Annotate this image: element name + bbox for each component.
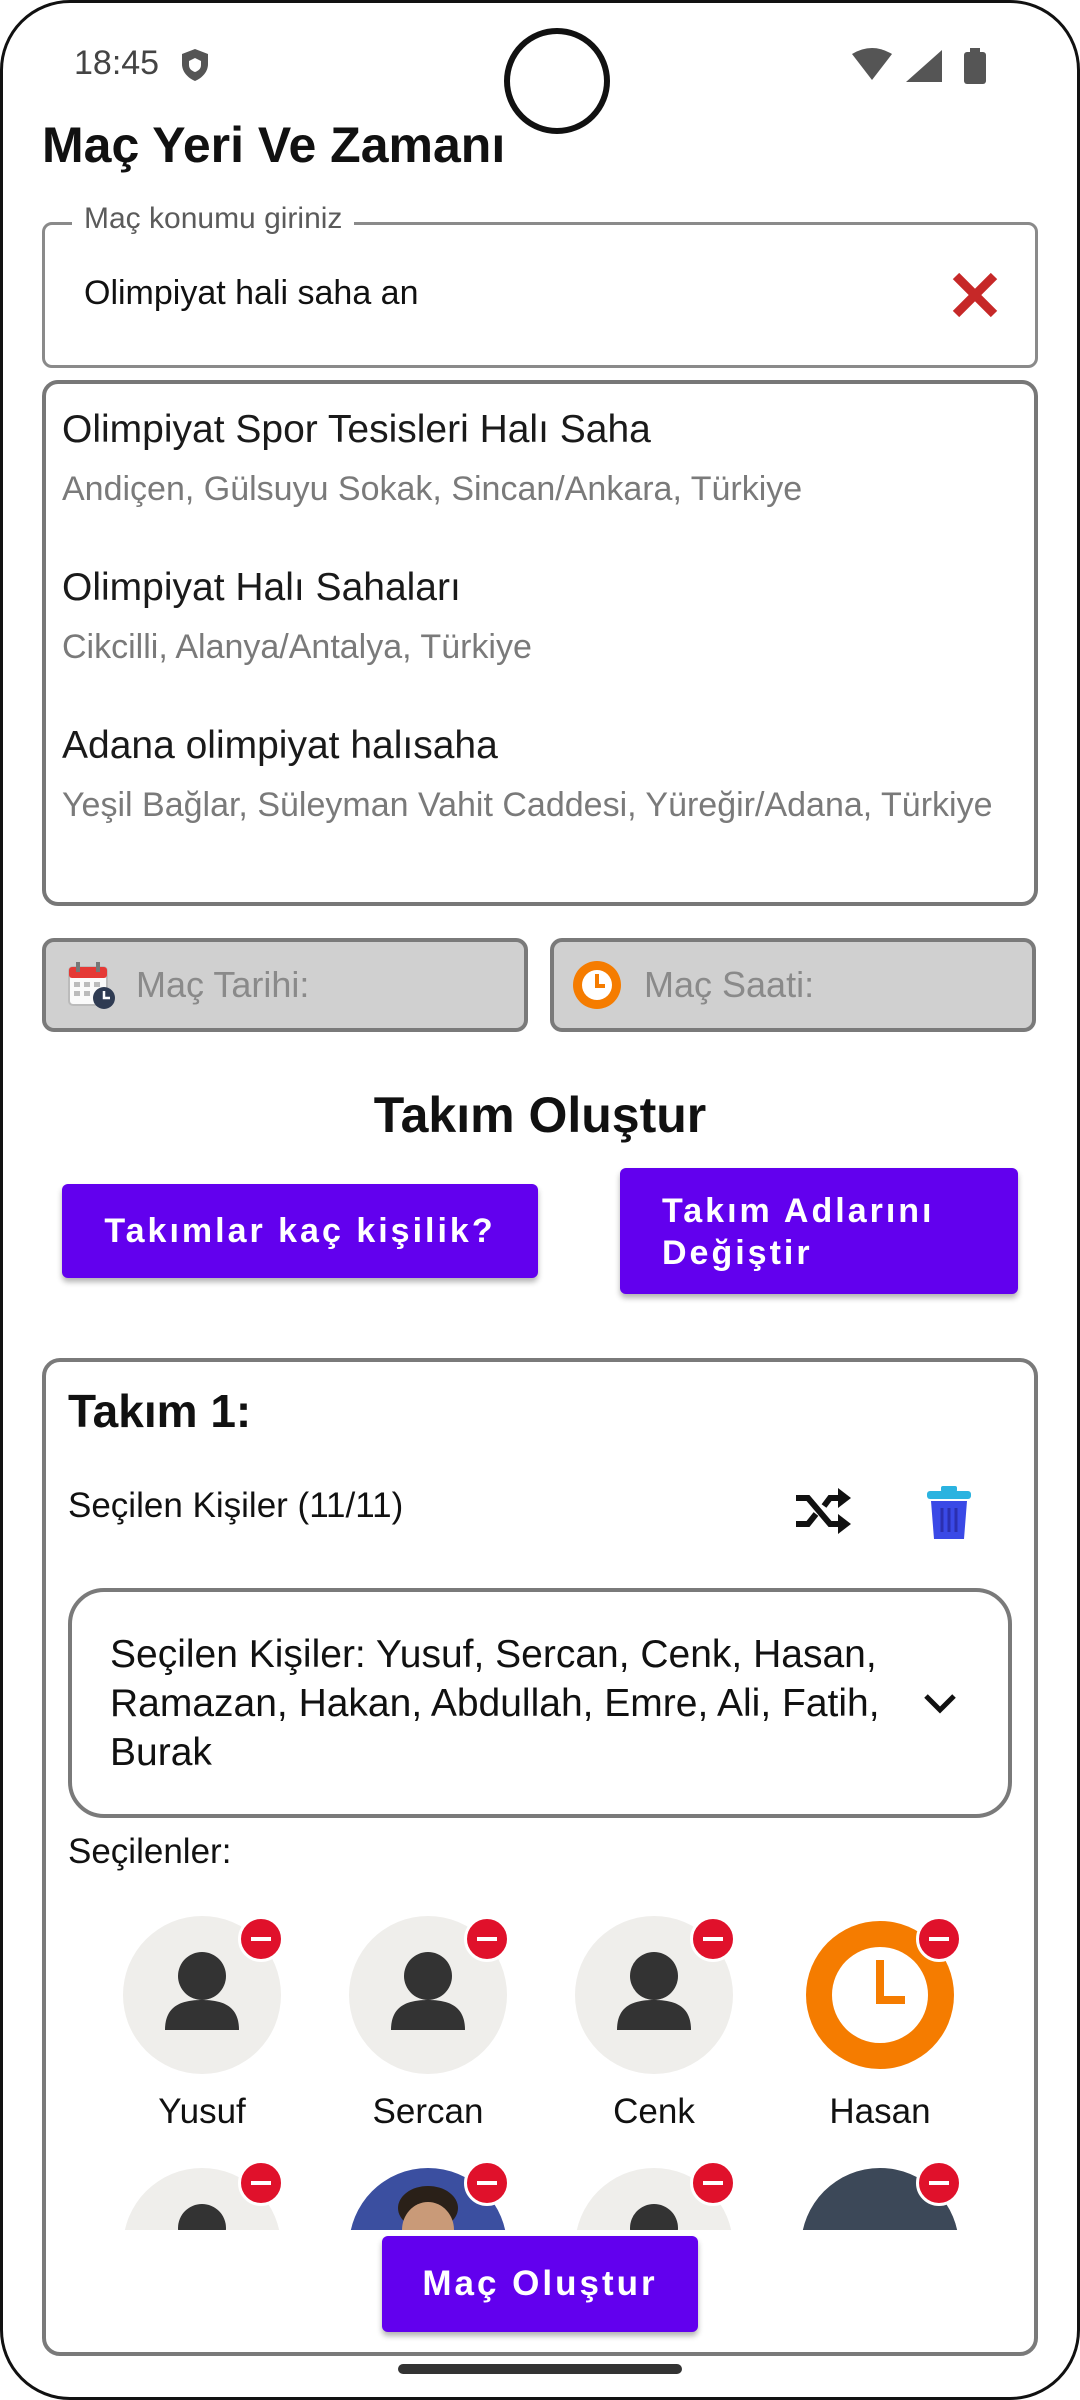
home-indicator[interactable] xyxy=(398,2364,682,2374)
camera-cutout xyxy=(504,28,610,134)
signal-icon xyxy=(906,50,942,82)
member-name: Yusuf xyxy=(158,2092,246,2131)
date-field-placeholder: Maç Tarihi: xyxy=(136,964,310,1005)
suggestion-subtitle[interactable]: Cikcilli, Alanya/Antalya, Türkiye xyxy=(62,620,1012,674)
remove-member-icon[interactable] xyxy=(916,1916,962,1962)
suggestion-title[interactable]: Olimpiyat Halı Sahaları xyxy=(62,566,461,610)
time-field-placeholder: Maç Saati: xyxy=(644,964,815,1005)
remove-member-icon[interactable] xyxy=(916,2160,962,2206)
remove-member-icon[interactable] xyxy=(238,2160,284,2206)
chevron-down-icon[interactable] xyxy=(920,1690,960,1718)
member-name: Hasan xyxy=(829,2092,931,2131)
page-title: Maç Yeri Ve Zamanı xyxy=(42,117,506,173)
clock-icon xyxy=(573,961,621,1009)
trash-icon[interactable] xyxy=(924,1484,974,1542)
battery-icon xyxy=(964,52,986,84)
suggestion-title[interactable]: Olimpiyat Spor Tesisleri Halı Saha xyxy=(62,408,651,452)
remove-member-icon[interactable] xyxy=(464,1916,510,1962)
suggestion-title[interactable]: Adana olimpiyat halısaha xyxy=(62,724,498,768)
location-field-label: Maç konumu giriniz xyxy=(72,202,355,236)
create-match-button[interactable]: Maç Oluştur xyxy=(382,2236,698,2332)
remove-member-icon[interactable] xyxy=(690,1916,736,1962)
remove-member-icon[interactable] xyxy=(464,2160,510,2206)
calendar-icon xyxy=(68,962,115,1009)
section-title: Takım Oluştur xyxy=(373,1087,707,1143)
status-icons xyxy=(852,48,986,84)
remove-member-icon[interactable] xyxy=(238,1916,284,1962)
status-time: 18:45 xyxy=(74,44,160,82)
suggestion-subtitle[interactable]: Yeşil Bağlar, Süleyman Vahit Caddesi, Yü… xyxy=(62,778,1012,832)
members-row-2 xyxy=(46,2160,1036,2230)
suggestion-subtitle[interactable]: Andiçen, Gülsuyu Sokak, Sincan/Ankara, T… xyxy=(62,462,1012,516)
selected-label: Seçilenler: xyxy=(68,1832,232,1871)
team-title: Takım 1: xyxy=(68,1385,252,1437)
wifi-icon xyxy=(852,48,892,80)
clear-icon[interactable] xyxy=(950,270,1000,320)
rename-teams-button[interactable]: Takım Adlarını Değiştir xyxy=(620,1168,1018,1294)
team-size-button[interactable]: Takımlar kaç kişilik? xyxy=(62,1184,538,1278)
member-name: Sercan xyxy=(372,2092,484,2131)
selected-count: Seçilen Kişiler (11/11) xyxy=(68,1486,404,1525)
location-input[interactable]: Olimpiyat hali saha an xyxy=(84,274,419,313)
shuffle-icon[interactable] xyxy=(794,1486,852,1536)
shield-icon xyxy=(182,49,208,81)
remove-member-icon[interactable] xyxy=(690,2160,736,2206)
selected-members-summary: Seçilen Kişiler: Yusuf, Sercan, Cenk, Ha… xyxy=(110,1633,880,1774)
member-name: Cenk xyxy=(613,2092,695,2131)
